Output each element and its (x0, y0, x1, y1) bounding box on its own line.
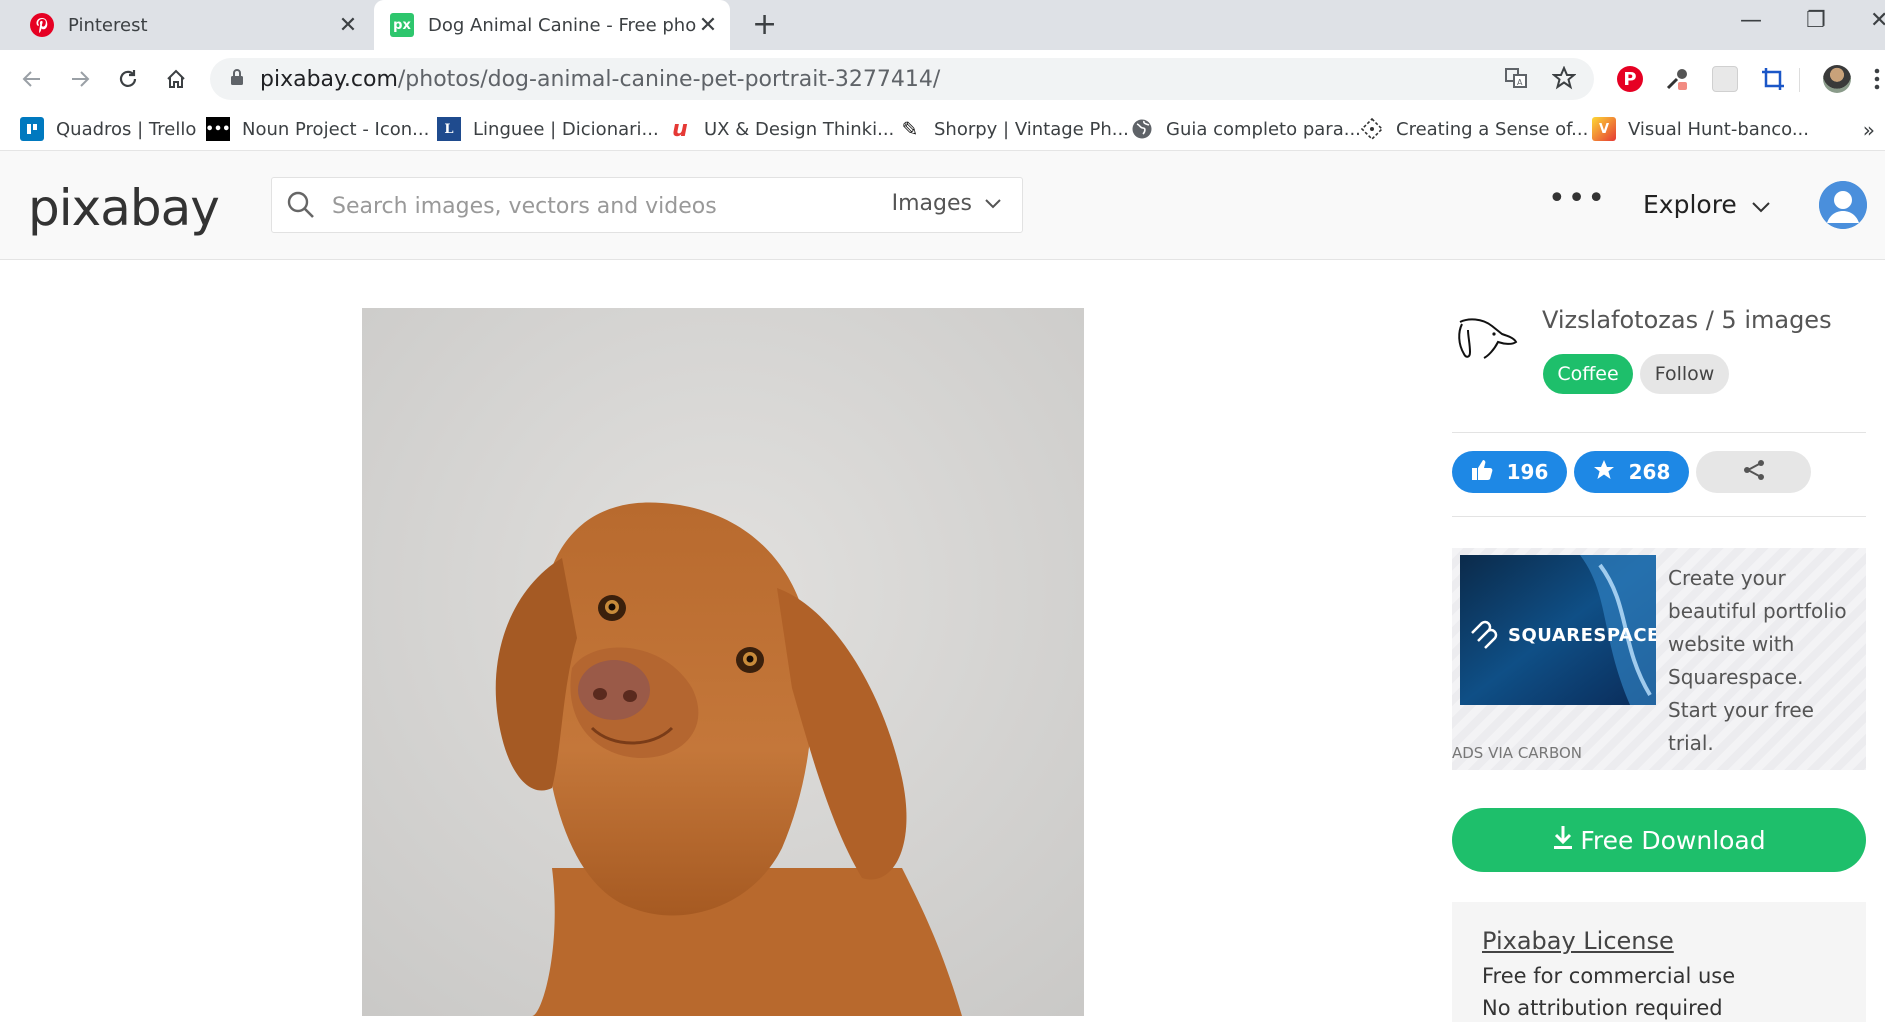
search-type-label: Images (891, 191, 972, 216)
visual-hunt-icon: V (1592, 117, 1616, 141)
search-input[interactable] (330, 186, 894, 226)
share-button[interactable] (1696, 451, 1811, 493)
restore-icon[interactable]: ❐ (1806, 8, 1826, 33)
profile-avatar[interactable] (1822, 64, 1852, 94)
bookmark-noun-project[interactable]: ••• Noun Project - Icon... (206, 116, 429, 142)
more-bookmarks-icon[interactable]: » (1863, 118, 1875, 142)
thumbs-up-icon (1471, 459, 1493, 486)
crop-icon[interactable] (1758, 64, 1788, 94)
divider (1452, 432, 1866, 433)
home-icon[interactable] (160, 63, 192, 95)
search-bar: Images (271, 177, 1023, 233)
bookmark-label: Guia completo para... (1166, 118, 1361, 140)
bookmark-ux-design[interactable]: u UX & Design Thinki... (668, 116, 894, 142)
author-name[interactable]: Vizslafotozas / 5 images (1542, 306, 1832, 334)
bookmark-label: Creating a Sense of... (1396, 118, 1589, 140)
color-picker-icon[interactable] (1662, 64, 1692, 94)
pinterest-extension-icon[interactable]: P (1615, 64, 1645, 94)
coffee-button[interactable]: Coffee (1543, 354, 1633, 394)
pixabay-logo[interactable]: pixabay (28, 179, 220, 237)
bookmark-linguee[interactable]: L Linguee | Dicionari... (437, 116, 659, 142)
more-menu-icon[interactable]: ••• (1548, 181, 1607, 216)
menu-icon[interactable] (1862, 64, 1885, 94)
globe-icon (1130, 117, 1154, 141)
bookmark-creating[interactable]: Creating a Sense of... (1360, 116, 1588, 142)
tab-pinterest[interactable]: Pinterest ✕ (0, 0, 370, 50)
bookmarks-bar: Quadros | Trello ••• Noun Project - Icon… (0, 106, 1885, 151)
license-box: Pixabay License Free for commercial use … (1452, 902, 1866, 1022)
user-avatar[interactable] (1819, 181, 1867, 229)
search-icon[interactable] (286, 190, 316, 224)
bookmark-label: Linguee | Dicionari... (473, 118, 659, 140)
window-close-icon[interactable]: ✕ (1870, 8, 1885, 33)
url-host: pixabay.com (260, 66, 398, 92)
license-link[interactable]: Pixabay License (1482, 927, 1674, 955)
main-photo[interactable] (362, 308, 1084, 1016)
bookmark-visual-hunt[interactable]: V Visual Hunt-banco... (1592, 116, 1809, 142)
shorpy-icon: ✎ (901, 117, 919, 141)
carbon-ad[interactable]: SQUARESPACE Create your beautiful portfo… (1452, 548, 1866, 770)
share-icon (1742, 458, 1766, 486)
license-line: Free for commercial use (1482, 964, 1736, 988)
bookmark-trello[interactable]: Quadros | Trello (20, 116, 196, 142)
extension-icon[interactable] (1710, 64, 1740, 94)
favorite-count: 268 (1628, 460, 1671, 484)
divider (1452, 516, 1866, 517)
bookmark-star-icon[interactable] (1551, 65, 1577, 96)
linguee-icon: L (437, 117, 461, 141)
like-button[interactable]: 196 (1452, 451, 1567, 493)
address-bar[interactable]: pixabay.com/photos/dog-animal-canine-pet… (210, 58, 1594, 100)
bookmark-guia[interactable]: Guia completo para... (1130, 116, 1361, 142)
ux-design-icon: u (672, 116, 688, 142)
tab-pixabay[interactable]: px Dog Animal Canine - Free photo ✕ (374, 0, 730, 50)
ad-brand: SQUARESPACE (1508, 625, 1656, 646)
bookmark-shorpy[interactable]: ✎ Shorpy | Vintage Ph... (898, 116, 1129, 142)
download-icon (1552, 824, 1574, 856)
toolbar-divider (1799, 68, 1800, 92)
favorite-button[interactable]: 268 (1574, 451, 1689, 493)
chevron-down-icon (1751, 190, 1771, 219)
bookmark-label: Visual Hunt-banco... (1628, 118, 1809, 140)
chevron-down-icon (984, 191, 1002, 216)
new-tab-icon[interactable]: + (752, 10, 777, 40)
tab-title: Pinterest (68, 14, 148, 36)
bookmark-label: Shorpy | Vintage Ph... (934, 118, 1129, 140)
license-line: No attribution required (1482, 996, 1723, 1020)
download-label: Free Download (1580, 825, 1766, 855)
trello-icon (20, 117, 44, 141)
close-tab-icon[interactable]: ✕ (696, 13, 720, 38)
svg-text:A: A (1517, 78, 1523, 87)
minimize-icon[interactable]: — (1740, 8, 1762, 33)
explore-menu[interactable]: Explore (1643, 190, 1771, 219)
url-path: /photos/dog-animal-canine-pet-portrait-3… (397, 66, 941, 92)
ad-image[interactable]: SQUARESPACE (1460, 555, 1656, 705)
author-avatar[interactable] (1452, 316, 1524, 376)
follow-button[interactable]: Follow (1640, 354, 1729, 394)
diamond-icon (1360, 117, 1384, 141)
close-tab-icon[interactable]: ✕ (336, 13, 360, 38)
dog-photo (362, 308, 1084, 1016)
search-type-dropdown[interactable]: Images (892, 191, 1002, 216)
star-icon (1593, 459, 1615, 486)
bookmark-label: Noun Project - Icon... (242, 118, 430, 140)
explore-label: Explore (1643, 190, 1737, 219)
back-icon[interactable] (16, 63, 48, 95)
translate-icon[interactable]: A (1504, 66, 1528, 96)
ad-text[interactable]: Create your beautiful portfolio website … (1668, 562, 1858, 760)
browser-tab-strip: Pinterest ✕ px Dog Animal Canine - Free … (0, 0, 1885, 50)
ads-via-carbon-link[interactable]: ADS VIA CARBON (1452, 744, 1582, 762)
pinterest-icon (30, 13, 54, 37)
forward-icon[interactable] (64, 63, 96, 95)
reload-icon[interactable] (112, 63, 144, 95)
bookmark-label: UX & Design Thinki... (704, 118, 895, 140)
bookmark-label: Quadros | Trello (56, 118, 197, 140)
like-count: 196 (1506, 460, 1549, 484)
free-download-button[interactable]: Free Download (1452, 808, 1866, 872)
tab-title: Dog Animal Canine - Free photo (428, 14, 696, 36)
noun-project-icon: ••• (206, 117, 230, 141)
lock-icon (230, 67, 244, 92)
browser-toolbar: pixabay.com/photos/dog-animal-canine-pet… (0, 50, 1885, 106)
pixabay-favicon-icon: px (390, 13, 414, 37)
site-header: pixabay Images ••• Explore (0, 151, 1885, 260)
